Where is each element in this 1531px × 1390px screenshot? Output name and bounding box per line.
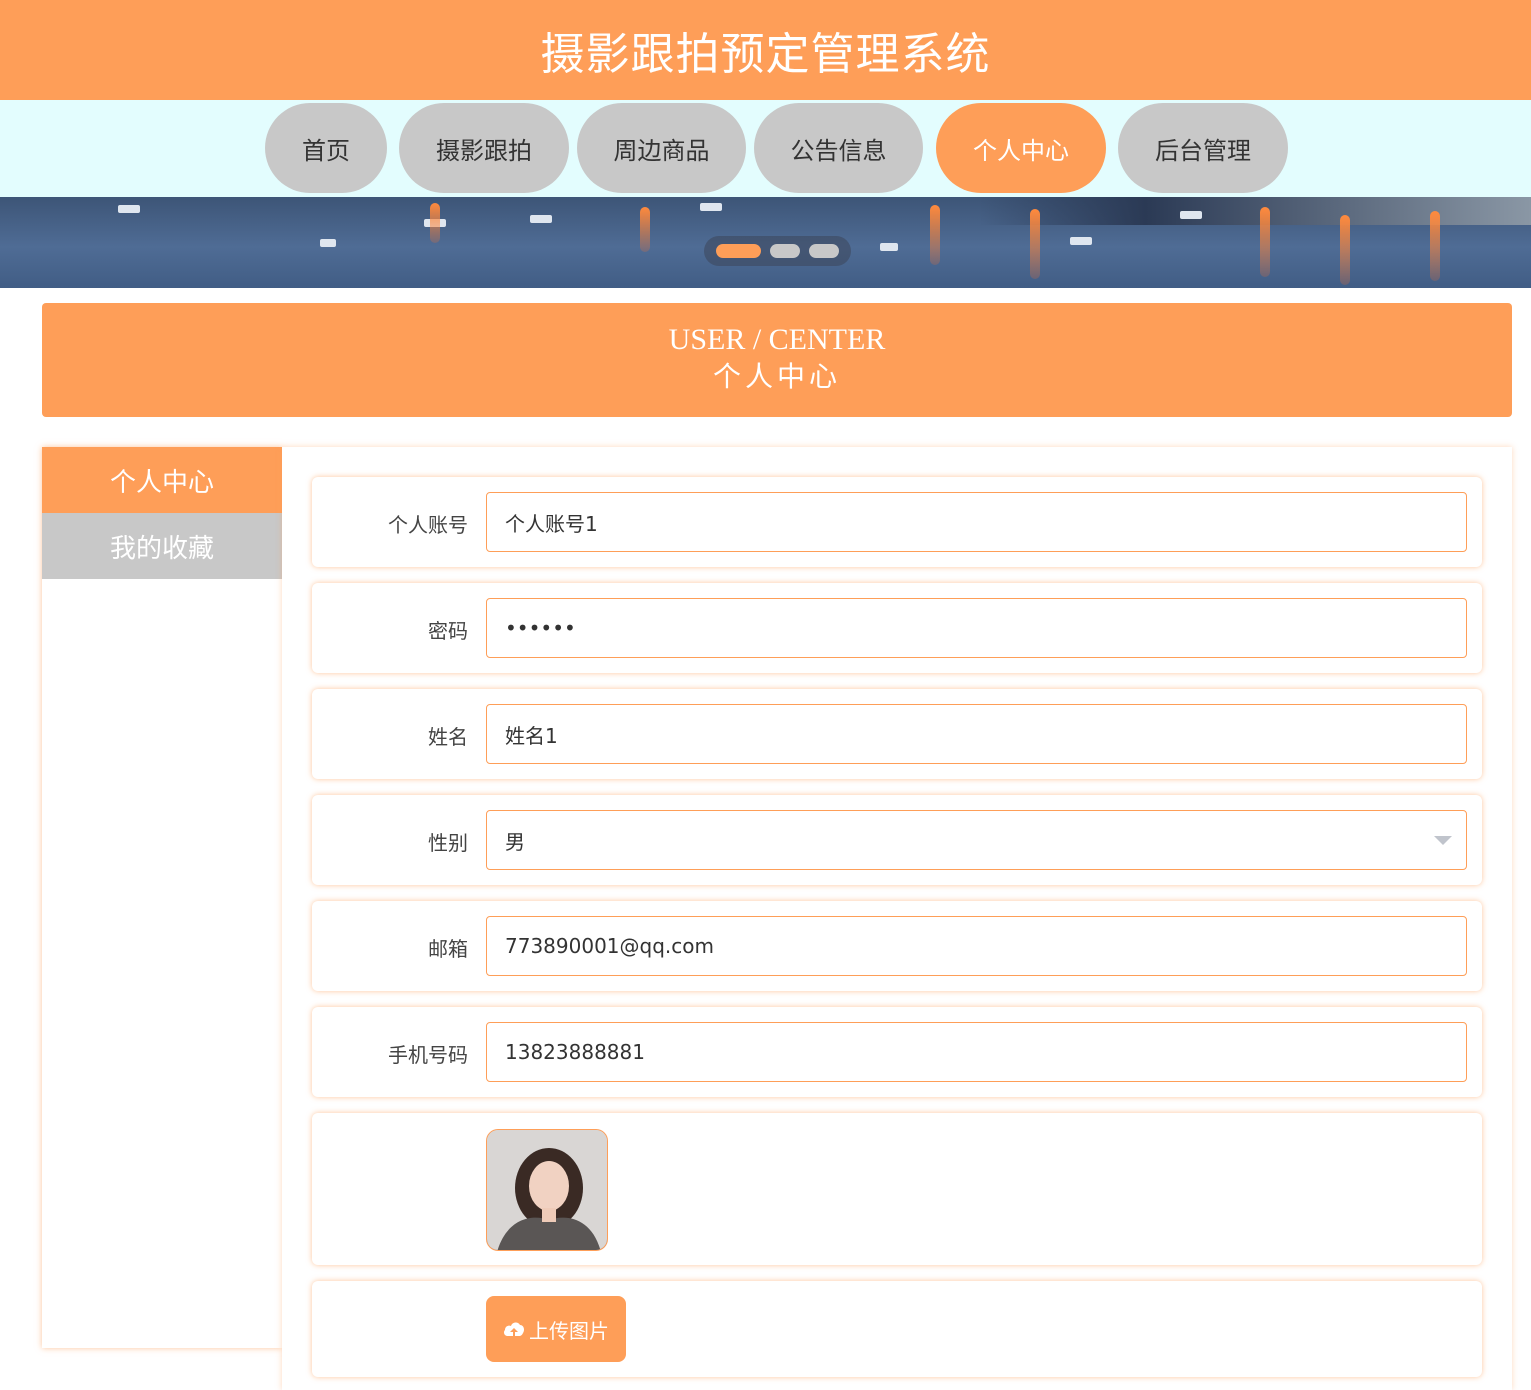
user-sidebar: 个人中心 我的收藏 bbox=[42, 447, 282, 1348]
form-row-phone: 手机号码 bbox=[312, 1007, 1482, 1097]
gender-select[interactable]: 男 bbox=[486, 810, 1467, 870]
portrait-icon bbox=[487, 1130, 607, 1250]
section-header: USER / CENTER 个人中心 bbox=[42, 303, 1512, 417]
carousel-indicators bbox=[704, 236, 851, 266]
chevron-down-icon bbox=[1434, 836, 1452, 845]
form-row-account: 个人账号 bbox=[312, 477, 1482, 567]
banner-light bbox=[1030, 209, 1040, 279]
section-title-en: USER / CENTER bbox=[668, 323, 886, 356]
upload-image-button[interactable]: 上传图片 bbox=[486, 1296, 626, 1362]
banner-boat bbox=[1180, 211, 1202, 219]
cloud-upload-icon bbox=[504, 1322, 524, 1336]
banner-light bbox=[930, 205, 940, 265]
password-field[interactable]: •••••• bbox=[486, 598, 1467, 658]
banner-light bbox=[1430, 211, 1440, 281]
sidebar-item-user-center[interactable]: 个人中心 bbox=[42, 447, 282, 513]
avatar-image bbox=[486, 1129, 608, 1251]
nav-products[interactable]: 周边商品 bbox=[577, 103, 746, 193]
site-title: 摄影跟拍预定管理系统 bbox=[540, 29, 991, 80]
form-row-gender: 性别 男 bbox=[312, 795, 1482, 885]
gender-label: 性别 bbox=[428, 831, 468, 855]
gender-selected-value: 男 bbox=[505, 829, 525, 854]
account-label: 个人账号 bbox=[388, 513, 468, 537]
password-label: 密码 bbox=[428, 619, 468, 643]
password-value: •••••• bbox=[505, 616, 576, 640]
carousel-dot-2[interactable] bbox=[770, 244, 800, 258]
form-row-password: 密码 •••••• bbox=[312, 583, 1482, 673]
banner-boat bbox=[700, 203, 722, 211]
sidebar-item-favorites[interactable]: 我的收藏 bbox=[42, 513, 282, 579]
main-nav: 首页 摄影跟拍 周边商品 公告信息 个人中心 后台管理 bbox=[0, 100, 1531, 197]
upload-button-label: 上传图片 bbox=[529, 1318, 609, 1343]
section-title-cn: 个人中心 bbox=[712, 360, 841, 393]
site-header: 摄影跟拍预定管理系统 bbox=[0, 0, 1531, 100]
banner-boat bbox=[320, 239, 336, 247]
banner-boat bbox=[530, 215, 552, 223]
banner-light bbox=[1260, 207, 1270, 277]
name-input[interactable] bbox=[505, 705, 1466, 763]
form-row-email: 邮箱 bbox=[312, 901, 1482, 991]
banner-shore bbox=[980, 197, 1531, 225]
form-row-avatar bbox=[312, 1113, 1482, 1265]
carousel-dot-3[interactable] bbox=[809, 244, 839, 258]
nav-announcements[interactable]: 公告信息 bbox=[754, 103, 923, 193]
banner-boat bbox=[880, 243, 898, 251]
phone-input[interactable] bbox=[505, 1023, 1466, 1081]
nav-home[interactable]: 首页 bbox=[265, 103, 387, 193]
account-field[interactable] bbox=[486, 492, 1467, 552]
nav-user-center[interactable]: 个人中心 bbox=[936, 103, 1106, 193]
carousel-dot-1[interactable] bbox=[716, 244, 761, 258]
banner-light bbox=[1340, 215, 1350, 285]
account-input[interactable] bbox=[505, 493, 1466, 551]
profile-form: 个人账号 密码 •••••• 姓名 性别 男 邮箱 手机号码 bbox=[282, 447, 1512, 1390]
phone-label: 手机号码 bbox=[388, 1043, 468, 1067]
banner-light bbox=[640, 207, 650, 252]
form-row-upload: 上传图片 bbox=[312, 1281, 1482, 1377]
email-input[interactable] bbox=[505, 917, 1466, 975]
nav-photography[interactable]: 摄影跟拍 bbox=[399, 103, 569, 193]
banner-boat bbox=[1070, 237, 1092, 245]
name-label: 姓名 bbox=[428, 725, 468, 749]
phone-field[interactable] bbox=[486, 1022, 1467, 1082]
email-field[interactable] bbox=[486, 916, 1467, 976]
banner-light bbox=[430, 203, 440, 243]
email-label: 邮箱 bbox=[428, 937, 468, 961]
banner-boat bbox=[118, 205, 140, 213]
form-row-name: 姓名 bbox=[312, 689, 1482, 779]
nav-admin[interactable]: 后台管理 bbox=[1118, 103, 1288, 193]
name-field[interactable] bbox=[486, 704, 1467, 764]
